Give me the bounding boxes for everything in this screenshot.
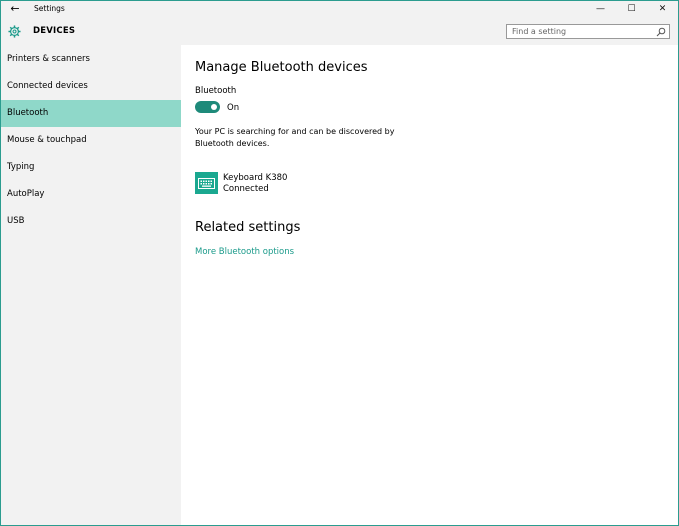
device-name[interactable]: Keyboard K380 (223, 173, 287, 183)
device-status: Connected (223, 184, 269, 194)
keyboard-glyph-icon (198, 177, 215, 189)
search-icon[interactable] (656, 27, 666, 37)
close-button[interactable]: ✕ (647, 1, 678, 18)
back-arrow-icon[interactable]: ← (8, 2, 22, 16)
discovery-description: Your PC is searching for and can be disc… (195, 127, 395, 148)
page-header: DEVICES Find a setting (1, 18, 678, 45)
sidebar-item-mouse-touchpad[interactable]: Mouse & touchpad (1, 127, 181, 154)
title-bar: ← Settings — ☐ ✕ (1, 1, 678, 18)
bluetooth-toggle[interactable] (195, 101, 220, 113)
sidebar-item-usb[interactable]: USB (1, 208, 181, 235)
settings-window: ← Settings — ☐ ✕ DEVICES Find a setting (0, 0, 679, 526)
sidebar-item-bluetooth[interactable]: Bluetooth (1, 100, 181, 127)
sidebar: Printers & scanners Connected devices Bl… (1, 45, 181, 525)
toggle-knob (211, 104, 217, 110)
section-heading: Manage Bluetooth devices (195, 60, 368, 75)
related-settings-heading: Related settings (195, 220, 301, 235)
page-title: DEVICES (33, 26, 76, 36)
sidebar-item-autoplay[interactable]: AutoPlay (1, 181, 181, 208)
keyboard-icon[interactable] (195, 172, 218, 194)
bluetooth-label: Bluetooth (195, 86, 237, 96)
search-placeholder: Find a setting (512, 27, 567, 36)
toggle-state-label: On (227, 103, 240, 113)
more-bluetooth-options-link[interactable]: More Bluetooth options (195, 247, 294, 257)
sidebar-item-typing[interactable]: Typing (1, 154, 181, 181)
sidebar-item-printers-scanners[interactable]: Printers & scanners (1, 46, 181, 73)
minimize-button[interactable]: — (585, 1, 616, 18)
maximize-button[interactable]: ☐ (616, 1, 647, 18)
sidebar-item-connected-devices[interactable]: Connected devices (1, 73, 181, 100)
window-controls: — ☐ ✕ (585, 1, 678, 18)
devices-gear-icon (8, 25, 21, 38)
search-input[interactable]: Find a setting (506, 24, 670, 39)
window-title: Settings (34, 4, 65, 13)
